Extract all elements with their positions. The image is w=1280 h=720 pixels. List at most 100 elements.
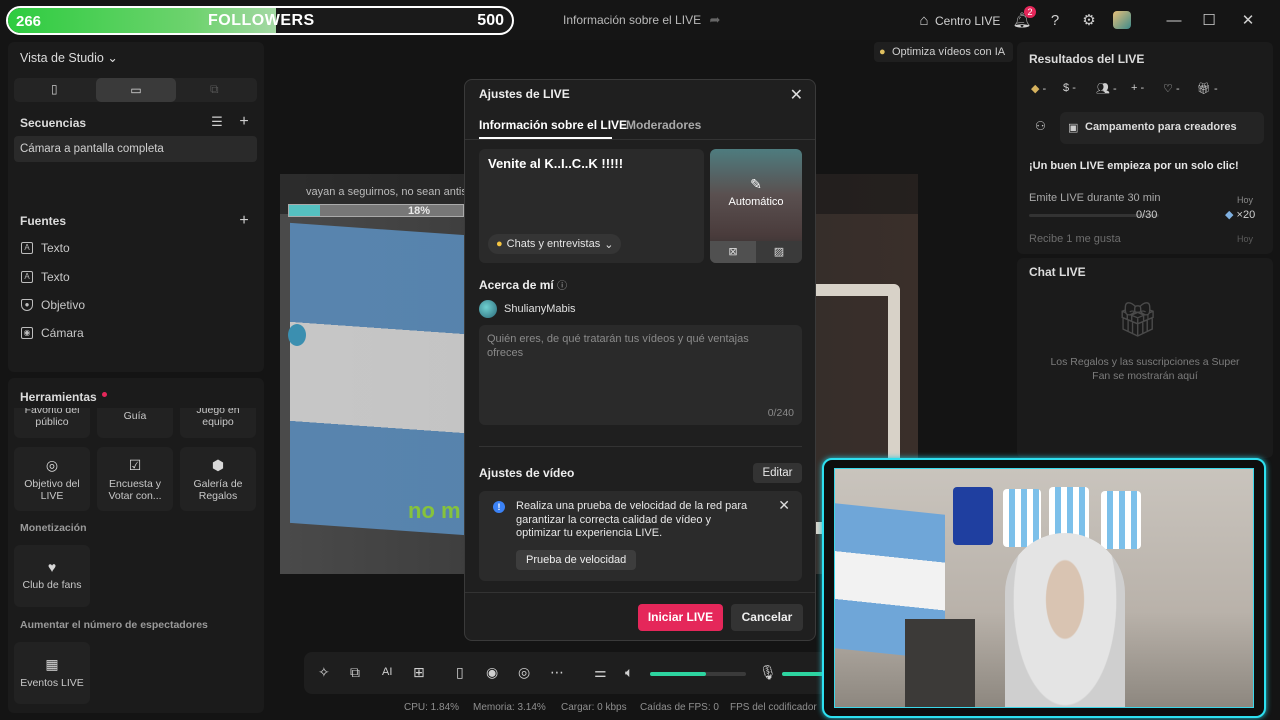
- avatar[interactable]: [1113, 11, 1131, 29]
- sequence-item-label: Cámara a pantalla completa: [20, 143, 164, 155]
- portrait-icon[interactable]: ▯: [51, 82, 58, 96]
- home-icon[interactable]: ⌂: [913, 9, 935, 31]
- stat-value: -: [1113, 83, 1117, 95]
- tool-label: Favorito del público: [24, 408, 80, 428]
- speed-test-notice: ! Realiza una prueba de velocidad de la …: [479, 491, 802, 581]
- layout-toggle: ▯ ▭ ⧉: [14, 78, 257, 102]
- multi-layout-icon[interactable]: ⧉: [210, 82, 219, 97]
- close-icon[interactable]: ✕: [1237, 9, 1259, 31]
- ai-tip-label: Optimiza vídeos con IA: [892, 46, 1006, 58]
- task-when: Hoy: [1237, 234, 1254, 244]
- cancel-button[interactable]: Cancelar: [731, 604, 803, 631]
- tools-title: Herramientas: [20, 390, 97, 404]
- title-bar: 266 FOLLOWERS 500 Información sobre el L…: [0, 0, 1280, 40]
- live-title-input[interactable]: Venite al K..I..C..K !!!!! ● Chats y ent…: [479, 149, 704, 263]
- target-icon[interactable]: ◎: [518, 664, 530, 681]
- memory-status: Memoria: 3.14%: [473, 702, 546, 713]
- creator-camp-button[interactable]: ▣ Campamento para creadores: [1060, 112, 1264, 144]
- live-settings-dialog: Ajustes de LIVE ✕ Información sobre el L…: [464, 79, 816, 641]
- tab-live-info[interactable]: Información sobre el LIVE: [479, 118, 627, 132]
- notification-badge: 2: [1024, 6, 1036, 18]
- auto-select-icon[interactable]: ⊠: [710, 241, 756, 263]
- list-icon[interactable]: ☰: [206, 111, 228, 133]
- scene-icon[interactable]: ⧉: [350, 664, 360, 681]
- speed-test-button[interactable]: Prueba de velocidad: [516, 550, 637, 570]
- mixer-icon[interactable]: ⚌: [594, 664, 607, 681]
- source-item[interactable]: A Texto: [21, 241, 70, 255]
- microphone-icon[interactable]: 🎙︎: [759, 664, 777, 681]
- tab-moderators[interactable]: Moderadores: [626, 118, 701, 132]
- jersey-stripes: [1101, 491, 1141, 549]
- avatar: [479, 300, 497, 318]
- landscape-icon[interactable]: ▭: [96, 78, 176, 102]
- bio-textarea[interactable]: Quién eres, de qué tratarán tus vídeos y…: [479, 325, 802, 425]
- stat-value: -: [1072, 82, 1076, 94]
- tool-label: Objetivo del LIVE: [24, 478, 80, 502]
- speaker-icon[interactable]: 🔈︎: [625, 664, 633, 681]
- image-upload-icon[interactable]: ▨: [756, 241, 802, 263]
- desk: [905, 619, 975, 707]
- source-item[interactable]: ● Objetivo: [21, 298, 85, 312]
- source-item[interactable]: A Texto: [21, 270, 70, 284]
- favorite-public-tool[interactable]: Favorito del público: [14, 408, 90, 438]
- phone-icon[interactable]: ▯: [456, 664, 464, 681]
- add-source-icon[interactable]: +: [233, 210, 255, 232]
- source-item[interactable]: ◉ Cámara: [21, 326, 84, 340]
- gift-icon: 🎁︎: [1197, 83, 1211, 95]
- goal-icon: ◎: [45, 457, 59, 473]
- chat-title: Chat LIVE: [1029, 265, 1086, 279]
- ai-optimize-tip[interactable]: ● Optimiza vídeos con IA: [874, 42, 1014, 62]
- add-sequence-icon[interactable]: +: [233, 111, 255, 133]
- sequence-item[interactable]: Cámara a pantalla completa: [14, 136, 257, 162]
- gallery-icon: ⬢: [211, 457, 225, 473]
- category-emoji-icon: ●: [496, 238, 503, 250]
- centro-live-link[interactable]: Centro LIVE: [935, 14, 1000, 28]
- fan-club-tool[interactable]: ♥ Club de fans: [14, 545, 90, 607]
- live-results-panel: [1017, 42, 1273, 254]
- chat-empty-text: Los Regalos y las suscripciones a Super …: [1050, 356, 1240, 382]
- viewers-stat: 👥︎ -: [1096, 82, 1117, 95]
- divider: [465, 139, 815, 140]
- dialog-title: Ajustes de LIVE: [479, 87, 570, 101]
- studio-view-dropdown[interactable]: Vista de Studio ⌄: [20, 50, 118, 65]
- close-icon[interactable]: ✕: [790, 85, 803, 105]
- poll-tool[interactable]: ☑ Encuesta y Votar con...: [97, 447, 173, 511]
- person-settings-icon[interactable]: ⚇: [1035, 119, 1046, 133]
- help-icon[interactable]: ?: [1044, 9, 1066, 31]
- guide-tool[interactable]: Guía: [97, 408, 173, 438]
- effects-icon[interactable]: ✧: [318, 664, 330, 681]
- start-live-button[interactable]: Iniciar LIVE: [638, 604, 723, 631]
- stat-value: -: [1175, 83, 1180, 95]
- bottom-toolbar: ✧ ⧉ AI ⊞ ▯ ◉ ◎ ⋯ ⚌ 🔈︎ 🎙︎: [304, 652, 828, 694]
- maximize-icon[interactable]: ☐: [1198, 9, 1220, 31]
- team-game-tool[interactable]: Juego en equipo: [180, 408, 256, 438]
- share-icon[interactable]: ➦: [704, 9, 726, 31]
- category-label: Chats y entrevistas: [506, 238, 601, 250]
- record-icon[interactable]: ◉: [486, 664, 498, 681]
- live-goal-tool[interactable]: ◎ Objetivo del LIVE: [14, 447, 90, 511]
- mic-volume-slider[interactable]: [782, 672, 826, 676]
- category-selector[interactable]: ● Chats y entrevistas ⌄: [488, 234, 622, 254]
- live-events-tool[interactable]: ▦ Eventos LIVE: [14, 642, 90, 704]
- camp-label: Campamento para creadores: [1085, 121, 1237, 133]
- edit-video-button[interactable]: Editar: [753, 463, 802, 483]
- more-icon[interactable]: ⋯: [550, 664, 564, 681]
- flag-image: [290, 222, 465, 536]
- speaker-volume-slider[interactable]: [650, 672, 746, 676]
- task-progress: 0/30: [1136, 209, 1158, 221]
- gift-gallery-tool[interactable]: ⬢ Galería de Regalos: [180, 447, 256, 511]
- minimize-icon[interactable]: —: [1163, 9, 1185, 31]
- about-me-label: Acerca de mí: [479, 278, 554, 292]
- close-icon[interactable]: ✕: [778, 497, 790, 514]
- heart-outline-icon: ♡: [1163, 83, 1173, 95]
- info-icon[interactable]: ⓘ: [557, 281, 567, 292]
- ai-icon[interactable]: AI: [382, 666, 392, 678]
- goal-percent: 18%: [408, 205, 431, 217]
- plus-box-icon[interactable]: ⊞: [413, 664, 425, 681]
- camp-icon: ▣: [1068, 122, 1079, 134]
- gear-icon[interactable]: ⚙: [1078, 9, 1100, 31]
- tools-new-dot: [102, 392, 107, 397]
- webcam-feed: [834, 468, 1254, 708]
- text-icon: A: [21, 271, 33, 283]
- cover-image[interactable]: ✎ Automático ⊠ ▨: [710, 149, 802, 263]
